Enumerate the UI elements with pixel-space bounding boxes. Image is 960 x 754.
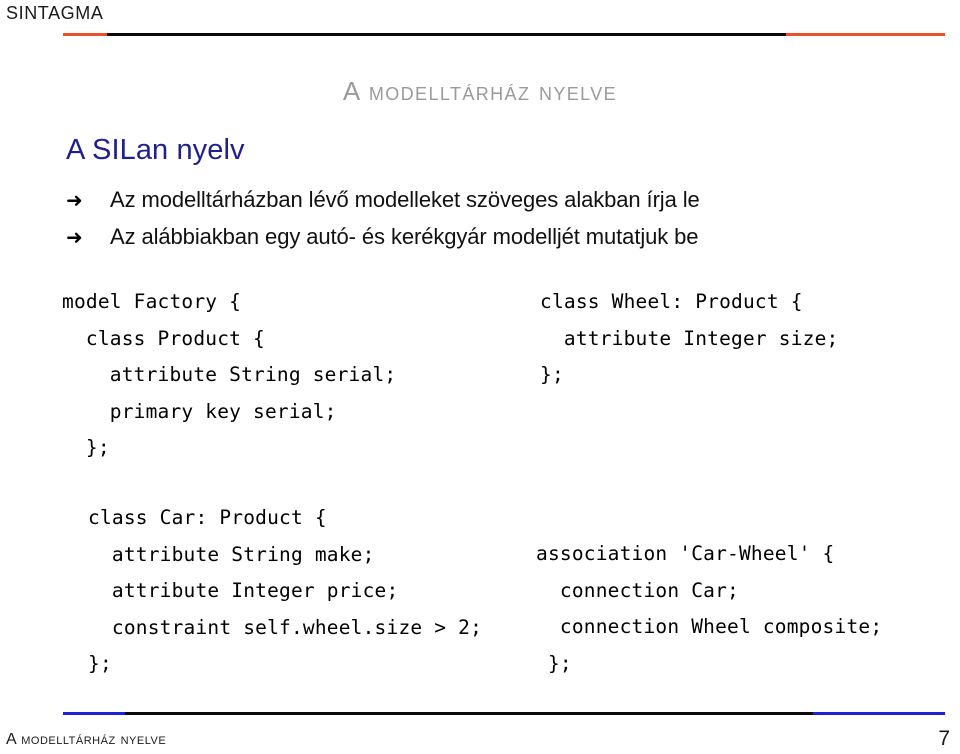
header-rule-segment-black	[107, 33, 787, 36]
code-block-wheel: class Wheel: Product { attribute Integer…	[540, 290, 839, 387]
list-item: ➜ Az modelltárházban lévő modelleket szö…	[66, 184, 926, 215]
footer-rule-segment-accent-right	[812, 712, 945, 715]
page-title: A modelltárház nyelve	[342, 76, 618, 106]
arrow-right-icon: ➜	[66, 225, 83, 249]
bullet-list: ➜ Az modelltárházban lévő modelleket szö…	[66, 184, 926, 258]
brand-label: SINTAGMA	[6, 3, 104, 23]
footer-rule	[63, 712, 945, 715]
list-item-label: Az alábbiakban egy autó- és kerékgyár mo…	[110, 224, 699, 249]
list-item-label: Az modelltárházban lévő modelleket szöve…	[110, 187, 700, 212]
code-block-factory: model Factory { class Product { attribut…	[62, 290, 397, 460]
footer-rule-segment-accent-left	[63, 712, 125, 715]
header-rule-segment-accent-left	[63, 33, 108, 36]
slide-canvas: SINTAGMA A modelltárház nyelve A SILan n…	[0, 0, 960, 754]
footer-rule-segment-black	[124, 712, 813, 715]
header-rule-segment-accent-right	[786, 33, 945, 36]
list-item: ➜ Az alábbiakban egy autó- és kerékgyár …	[66, 221, 926, 252]
header-rule	[63, 33, 945, 36]
code-block-car: class Car: Product { attribute String ma…	[88, 506, 483, 676]
footer-label: A modelltárház nyelve	[6, 731, 167, 748]
arrow-right-icon: ➜	[66, 188, 83, 212]
code-block-association: association 'Car-Wheel' { connection Car…	[536, 542, 883, 675]
page-number: 7	[938, 727, 950, 750]
slide-subtitle: A SILan nyelv	[66, 134, 245, 166]
